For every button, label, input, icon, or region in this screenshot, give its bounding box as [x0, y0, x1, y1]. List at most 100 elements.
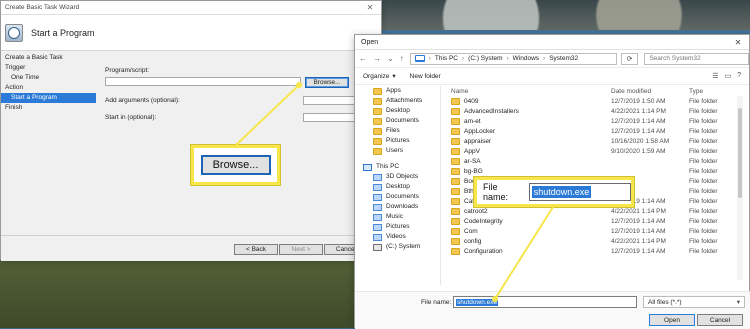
chevron-down-icon: ▾ — [736, 299, 740, 306]
file-date: 9/10/2020 1:59 AM — [611, 147, 666, 155]
nav-item-label: Videos — [386, 233, 406, 240]
file-row[interactable]: catroot2 4/22/2021 1:14 PM File folder — [447, 206, 743, 216]
file-row[interactable]: AdvancedInstallers 4/22/2021 1:14 PM Fil… — [447, 106, 743, 116]
breadcrumb-item[interactable]: This PC — [435, 55, 458, 62]
left-nav-item: Action — [5, 84, 24, 91]
next-button[interactable]: Next > — [279, 244, 323, 255]
nav-item[interactable]: Documents — [355, 116, 440, 126]
nav-item[interactable]: Apps — [355, 86, 440, 96]
file-name: Com — [464, 227, 478, 235]
refresh-icon[interactable]: ⟳ — [620, 52, 639, 65]
close-icon[interactable]: ✕ — [359, 3, 381, 12]
file-row[interactable]: AppLocker 12/7/2019 1:14 AM File folder — [447, 126, 743, 136]
new-folder-button[interactable]: New folder — [410, 73, 441, 80]
folder-icon — [451, 107, 460, 115]
file-row[interactable]: AppV 9/10/2020 1:59 AM File folder — [447, 146, 743, 156]
file-row[interactable]: CodeIntegrity 12/7/2019 1:14 AM File fol… — [447, 216, 743, 226]
nav-item[interactable]: Desktop — [355, 182, 440, 192]
folder-icon — [373, 127, 382, 135]
breadcrumb-item[interactable]: Windows — [513, 55, 539, 62]
file-name: appraiser — [464, 137, 492, 145]
browse-button-zoomed[interactable]: Browse... — [200, 155, 271, 175]
preview-pane-icon[interactable]: ▭ — [724, 72, 731, 80]
left-nav-item: Trigger — [5, 64, 26, 71]
file-date: 12/7/2019 1:14 AM — [611, 127, 666, 135]
task-icon — [5, 23, 23, 42]
nav-item[interactable]: Pictures — [355, 136, 440, 146]
nav-item[interactable]: Music — [355, 212, 440, 222]
videos-icon — [373, 233, 382, 241]
file-row[interactable]: appraiser 10/16/2020 1:58 AM File folder — [447, 136, 743, 146]
chevron-right-icon: › — [543, 55, 546, 62]
folder-icon — [451, 197, 460, 205]
file-name-input[interactable]: shutdown.exe — [453, 296, 637, 308]
nav-item[interactable]: Documents — [355, 192, 440, 202]
nav-item-label: Users — [386, 147, 403, 154]
chevron-down-icon[interactable]: ⌄ — [387, 54, 394, 63]
nav-item[interactable]: Files — [355, 126, 440, 136]
nav-item[interactable]: Desktop — [355, 106, 440, 116]
left-nav-item: One Time — [11, 74, 40, 81]
view-options-icon[interactable]: ☰ — [712, 72, 718, 80]
folder-icon — [451, 207, 460, 215]
breadcrumb[interactable]: › This PC › (C:) System › Windows › Syst… — [409, 52, 617, 65]
music-icon — [373, 213, 382, 221]
file-row[interactable]: bg-BG File folder — [447, 166, 743, 176]
search-placeholder: Search System32 — [649, 55, 701, 62]
add-arguments-row: Add arguments (optional): — [105, 96, 375, 105]
wizard-footer: < Back Next > Cancel — [1, 235, 383, 261]
documents-icon — [373, 193, 382, 201]
file-name: catroot2 — [464, 207, 488, 215]
nav-item[interactable]: Videos — [355, 232, 440, 242]
folder-icon — [451, 237, 460, 245]
close-icon[interactable]: ✕ — [727, 38, 749, 47]
nav-item[interactable]: Pictures — [355, 222, 440, 232]
column-name[interactable]: Name — [451, 88, 611, 95]
breadcrumb-item[interactable]: (C:) System — [468, 55, 502, 62]
file-name-cell: bg-BG — [451, 167, 611, 175]
file-type-filter[interactable]: All files (*.*) ▾ — [643, 296, 745, 308]
folder-icon — [451, 127, 460, 135]
vertical-scrollbar[interactable] — [737, 96, 743, 280]
nav-item[interactable]: Attachments — [355, 96, 440, 106]
breadcrumb-item[interactable]: System32 — [549, 55, 578, 62]
nav-item[interactable]: (C:) System — [355, 242, 440, 252]
browse-button[interactable]: Browse... — [305, 77, 349, 88]
file-row[interactable]: config 4/22/2021 1:14 PM File folder — [447, 236, 743, 246]
forward-arrow-icon[interactable]: → — [373, 54, 381, 63]
folder-icon — [451, 177, 460, 185]
file-name-input-zoomed[interactable]: shutdown.exe — [528, 183, 631, 201]
file-list-header: Name Date modified Type — [447, 86, 743, 96]
file-row[interactable]: Com 12/7/2019 1:14 AM File folder — [447, 226, 743, 236]
back-button[interactable]: < Back — [234, 244, 278, 255]
file-row[interactable]: ar-SA File folder — [447, 156, 743, 166]
address-bar: ← → ⌄ ↑ › This PC › (C:) System › Window… — [355, 50, 749, 68]
nav-item[interactable]: This PC — [355, 162, 440, 172]
chevron-down-icon: ▾ — [392, 73, 396, 80]
column-date-modified[interactable]: Date modified — [611, 88, 689, 95]
drive-icon — [373, 243, 382, 251]
help-icon[interactable]: ? — [737, 72, 741, 80]
file-row[interactable]: Configuration 12/7/2019 1:14 AM File fol… — [447, 246, 743, 256]
scrollbar-thumb[interactable] — [738, 108, 742, 198]
back-arrow-icon[interactable]: ← — [359, 54, 367, 63]
organize-menu[interactable]: Organize ▾ — [363, 72, 396, 81]
program-script-row: Browse... — [105, 77, 375, 88]
chevron-right-icon: › — [462, 55, 465, 62]
folder-icon — [451, 147, 460, 155]
nav-item[interactable]: Users — [355, 146, 440, 156]
file-row[interactable]: am-et 12/7/2019 1:14 AM File folder — [447, 116, 743, 126]
search-input[interactable]: Search System32 — [644, 52, 749, 65]
column-type[interactable]: Type — [689, 88, 747, 95]
program-script-input[interactable] — [105, 77, 301, 86]
cancel-button[interactable]: Cancel — [697, 314, 743, 326]
nav-item[interactable]: Downloads — [355, 202, 440, 212]
desktop-icon — [373, 183, 382, 191]
folder-icon — [373, 137, 382, 145]
open-button[interactable]: Open — [649, 314, 695, 326]
nav-item[interactable]: 3D Objects — [355, 172, 440, 182]
up-arrow-icon[interactable]: ↑ — [400, 54, 404, 63]
file-row[interactable]: 0409 12/7/2019 1:50 AM File folder — [447, 96, 743, 106]
file-name-cell: Com — [451, 227, 611, 235]
wizard-header-title: Start a Program — [31, 27, 95, 38]
